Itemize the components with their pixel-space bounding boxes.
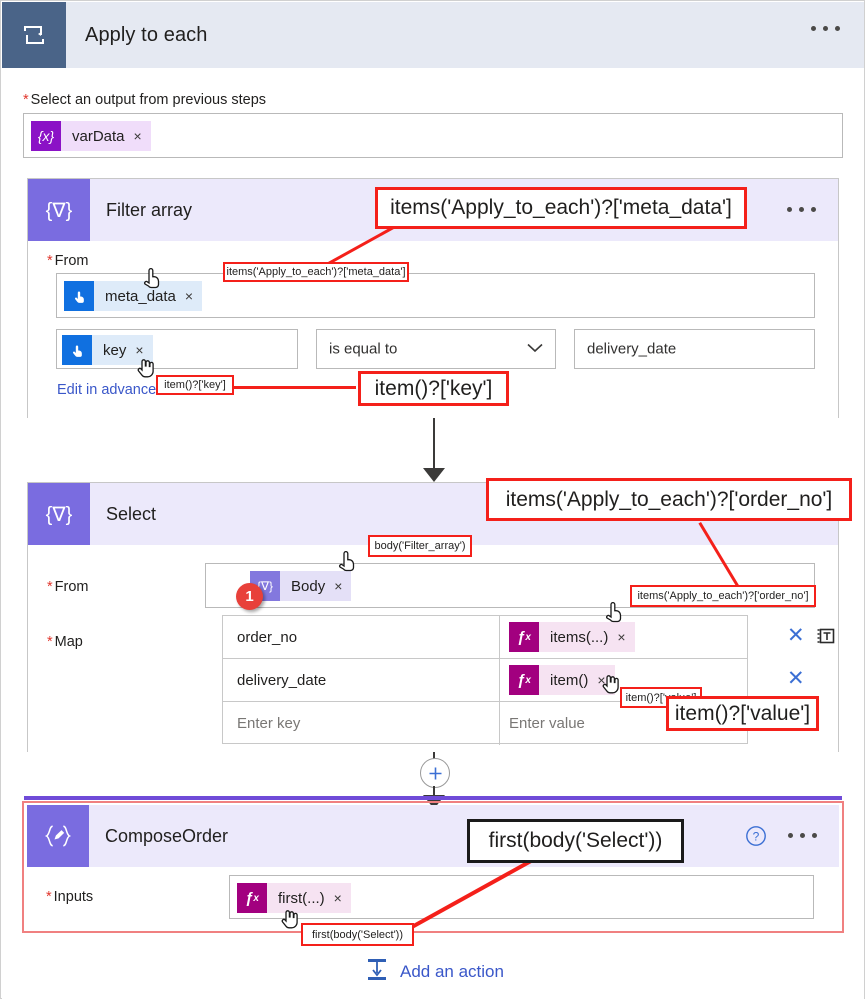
fx-icon: ƒx — [509, 622, 539, 652]
filter-array-menu-button[interactable] — [787, 207, 816, 212]
cursor-pointer-icon — [140, 263, 166, 293]
compose-order-header[interactable]: ComposeOrder — [27, 805, 839, 867]
filter-array-icon: {∇} — [28, 179, 90, 241]
annotation-value: item()?['value'] — [666, 696, 819, 731]
manual-trigger-icon — [62, 335, 92, 365]
ellipsis-icon — [811, 207, 816, 212]
switch-to-text-mode-icon[interactable] — [816, 626, 836, 651]
fx-icon: ƒx — [509, 665, 539, 695]
cursor-hand-icon — [134, 353, 160, 383]
plus-icon — [429, 767, 441, 779]
close-icon[interactable]: × — [185, 289, 193, 303]
ellipsis-icon — [835, 26, 840, 31]
ellipsis-icon — [799, 207, 804, 212]
flow-designer-screenshot: Apply to each * Select an output from pre… — [0, 0, 865, 999]
filter-operator-value: is equal to — [329, 340, 398, 358]
token-label: items(...) — [550, 628, 609, 646]
required-asterisk: * — [47, 253, 53, 269]
map-key-cell[interactable]: delivery_date — [223, 659, 500, 701]
token-meta-data[interactable]: meta_data × — [64, 281, 203, 311]
tooltip-order-no: items('Apply_to_each')?['order_no'] — [630, 585, 816, 607]
select-map-label: * Map — [47, 634, 83, 650]
token-label: key — [103, 341, 127, 359]
connector-line — [433, 418, 435, 470]
compose-inputs-label: * Inputs — [46, 889, 94, 905]
ellipsis-icon — [812, 833, 817, 838]
manual-trigger-icon — [64, 281, 94, 311]
variable-icon: {x} — [31, 121, 61, 151]
token-label: Body — [291, 577, 326, 595]
ellipsis-icon — [788, 833, 793, 838]
tooltip-body-filter-array: body('Filter_array') — [368, 535, 472, 557]
close-icon[interactable]: × — [334, 891, 342, 905]
select-icon: {∇} — [28, 483, 90, 545]
ellipsis-icon — [811, 26, 816, 31]
tooltip-key: item()?['key'] — [156, 375, 234, 395]
step-badge-1: 1 — [236, 583, 263, 610]
insert-step-button[interactable] — [420, 758, 450, 788]
filter-from-label: * From — [47, 253, 89, 269]
help-icon[interactable]: ? — [745, 825, 767, 852]
foreach-input-field[interactable]: {x} varData × — [23, 113, 843, 158]
map-row-delete-button[interactable]: ✕ — [787, 668, 805, 689]
fx-icon: ƒx — [237, 883, 267, 913]
connector-arrow — [423, 468, 445, 482]
annotation-first: first(body('Select')) — [467, 819, 684, 863]
annotation-key: item()?['key'] — [358, 371, 509, 406]
token-label: varData — [72, 127, 125, 145]
add-an-action-button[interactable]: Add an action — [364, 956, 504, 987]
filter-from-field[interactable]: meta_data × — [56, 273, 815, 318]
filter-condition-right-field[interactable]: delivery_date — [574, 329, 815, 369]
filter-operator-dropdown[interactable]: is equal to — [316, 329, 556, 369]
add-an-action-label: Add an action — [400, 961, 504, 981]
tooltip-first: first(body('Select')) — [301, 923, 414, 946]
compose-card-accent-bar — [24, 796, 842, 800]
cursor-pointer-icon — [335, 546, 361, 576]
ellipsis-icon — [787, 207, 792, 212]
filter-right-value: delivery_date — [587, 340, 677, 358]
table-row: order_no ƒx items(...) × — [223, 616, 747, 659]
tooltip-meta-data: items('Apply_to_each')?['meta_data'] — [223, 262, 409, 282]
map-key-input[interactable]: Enter key — [223, 702, 500, 745]
loop-icon — [2, 2, 66, 68]
close-icon[interactable]: × — [334, 579, 342, 593]
add-action-icon — [364, 956, 390, 987]
token-label: item() — [550, 671, 589, 689]
compose-inputs-field[interactable]: ƒx first(...) × — [229, 875, 814, 919]
compose-order-card: ComposeOrder ? * Inputs ƒx first(...) × — [27, 805, 839, 929]
required-asterisk: * — [23, 92, 29, 108]
page-title: Apply to each — [85, 23, 208, 46]
chevron-down-icon — [527, 340, 543, 358]
required-asterisk: * — [47, 634, 53, 650]
annotation-meta-data: items('Apply_to_each')?['meta_data'] — [375, 187, 747, 229]
ellipsis-icon — [800, 833, 805, 838]
map-key-cell[interactable]: order_no — [223, 616, 500, 658]
required-asterisk: * — [47, 579, 53, 595]
filter-condition-left-field[interactable]: key × — [56, 329, 298, 369]
cursor-hand-icon — [599, 669, 625, 699]
ellipsis-icon — [823, 26, 828, 31]
token-varData[interactable]: {x} varData × — [31, 121, 151, 151]
apply-to-each-header[interactable]: Apply to each — [2, 2, 864, 68]
map-row-delete-button[interactable]: ✕ — [787, 625, 805, 646]
select-title: Select — [106, 503, 157, 524]
select-from-label: * From — [47, 579, 89, 595]
close-icon[interactable]: × — [134, 129, 142, 143]
header-menu-button[interactable] — [811, 26, 840, 31]
compose-icon — [27, 805, 89, 867]
compose-order-body: * Inputs ƒx first(...) × — [27, 867, 839, 929]
svg-text:?: ? — [753, 830, 760, 844]
close-icon[interactable]: × — [617, 630, 625, 644]
cursor-hand-icon — [278, 904, 304, 934]
compose-order-title: ComposeOrder — [105, 825, 229, 846]
foreach-field-label: * Select an output from previous steps — [23, 92, 267, 108]
annotation-order-no: items('Apply_to_each')?['order_no'] — [486, 478, 852, 521]
compose-order-menu-button[interactable] — [788, 833, 817, 838]
filter-array-title: Filter array — [106, 199, 193, 220]
required-asterisk: * — [46, 889, 52, 905]
annotation-leader-line — [232, 386, 356, 389]
cursor-pointer-icon — [602, 597, 628, 627]
